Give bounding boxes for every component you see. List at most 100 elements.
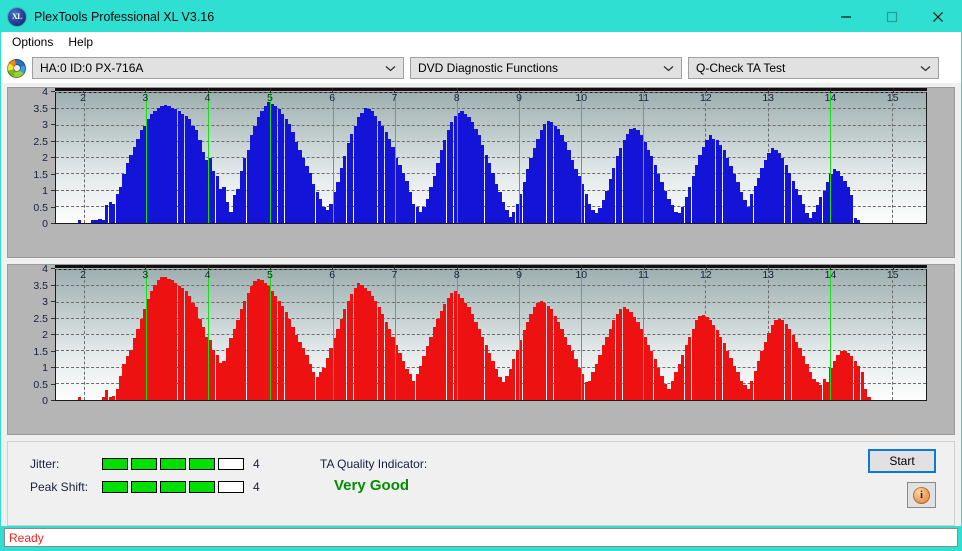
x-tick-label: 6: [329, 269, 336, 281]
x-tick: [643, 265, 645, 270]
x-tick-label: 7: [391, 92, 398, 104]
jitter-meter: [102, 458, 244, 470]
test-select[interactable]: Q-Check TA Test: [688, 57, 939, 79]
x-tick: [768, 265, 770, 270]
x-tick: [394, 265, 396, 270]
test-select-value: Q-Check TA Test: [696, 61, 786, 75]
x-tick-label: 7: [391, 269, 398, 281]
x-tick: [394, 88, 396, 93]
title-bar: XL PlexTools Professional XL V3.16: [1, 1, 961, 32]
y-tick-label: 2.5: [33, 135, 48, 148]
function-select[interactable]: DVD Diagnostic Functions: [410, 57, 682, 79]
x-tick-label: 8: [453, 269, 460, 281]
peak-shift-row: Peak Shift: 4: [30, 480, 260, 494]
x-tick: [83, 265, 85, 270]
marker-line: [518, 270, 520, 400]
y-tick-label: 1: [42, 362, 48, 374]
peak-shift-value: 4: [253, 480, 260, 494]
marker-lines-lower: [56, 270, 926, 400]
x-tick-label: 9: [516, 92, 522, 104]
x-tick-label: 12: [700, 269, 712, 281]
x-tick-label: 2: [80, 92, 86, 104]
peak-shift-label: Peak Shift:: [30, 480, 89, 494]
jitter-value: 4: [253, 457, 260, 471]
marker-line: [146, 270, 148, 400]
minimize-icon[interactable]: [823, 1, 869, 32]
meter-segment: [131, 481, 157, 493]
chart-panel-upper: 0 0.5 1 1.5 2 2.5 3 3.5 4 2 3 4 5 6 7 8 9 10 11 12 13 14 15: [7, 86, 955, 258]
x-tick-label: 2: [80, 269, 86, 281]
marker-line: [518, 93, 520, 223]
drive-select[interactable]: HA:0 ID:0 PX-716A: [32, 57, 404, 79]
toolbar: HA:0 ID:0 PX-716A DVD Diagnostic Functio…: [1, 53, 961, 83]
menu-item-options[interactable]: Options: [6, 33, 62, 52]
x-tick: [519, 88, 521, 93]
peak-shift-meter: [102, 481, 244, 493]
start-button[interactable]: Start: [868, 449, 936, 473]
x-tick-label: 14: [824, 92, 837, 104]
drive-select-value: HA:0 ID:0 PX-716A: [40, 61, 144, 75]
y-tick-label: 2: [42, 329, 48, 341]
x-tick: [830, 265, 832, 270]
y-tick-label: 4: [42, 86, 48, 98]
y-tick-label: 0.5: [33, 378, 48, 391]
marker-line: [208, 270, 210, 400]
info-button[interactable]: i: [907, 482, 936, 508]
meter-segment: [131, 458, 157, 470]
meter-segment: [218, 458, 244, 470]
window-title: PlexTools Professional XL V3.16: [34, 9, 215, 24]
x-tick: [332, 265, 334, 270]
menu-bar: Options Help: [1, 32, 961, 53]
x-tick: [269, 88, 271, 93]
chevron-down-icon: [920, 61, 931, 75]
x-tick-label: 13: [762, 92, 774, 104]
marker-lines-upper: [56, 93, 926, 223]
y-tick-label: 1.5: [33, 345, 48, 358]
x-tick: [705, 88, 707, 93]
meter-segment: [160, 481, 186, 493]
x-tick-label: 15: [886, 269, 899, 281]
y-axis-upper: 0 0.5 1 1.5 2 2.5 3 3.5 4: [8, 86, 55, 230]
y-tick-label: 0: [42, 218, 48, 230]
x-tick-label: 4: [204, 92, 211, 104]
x-tick: [581, 88, 583, 93]
window-controls: [823, 1, 961, 32]
y-tick-label: 1: [42, 185, 48, 197]
content-area: 0 0.5 1 1.5 2 2.5 3 3.5 4 2 3 4 5 6 7 8 9 10 11 12 13 14 15 0…: [1, 83, 961, 526]
jitter-row: Jitter: 4: [30, 457, 260, 471]
x-tick: [892, 88, 894, 93]
chevron-down-icon: [385, 61, 396, 75]
x-axis-lower: 2 3 4 5 6 7 8 9 10 11 12 13 14 15: [55, 265, 927, 285]
menu-item-help[interactable]: Help: [62, 33, 102, 52]
x-tick-label: 3: [142, 269, 149, 281]
y-tick-label: 2.5: [33, 312, 48, 325]
marker-line: [394, 270, 396, 400]
meter-segment: [160, 458, 186, 470]
x-axis-upper: 2 3 4 5 6 7 8 9 10 11 12 13 14 15: [55, 88, 927, 108]
function-select-value: DVD Diagnostic Functions: [418, 61, 559, 75]
x-tick-label: 6: [329, 92, 336, 104]
plot-area-lower: [55, 269, 927, 401]
y-tick-label: 3: [42, 119, 48, 131]
x-tick-label: 5: [266, 269, 273, 281]
x-tick: [332, 88, 334, 93]
chevron-down-icon: [663, 61, 674, 75]
status-bar: Ready: [4, 528, 958, 547]
meter-segment: [218, 481, 244, 493]
close-icon[interactable]: [915, 1, 961, 32]
x-tick: [207, 265, 209, 270]
app-window: XL PlexTools Professional XL V3.16 Optio…: [0, 0, 962, 551]
x-tick: [145, 265, 147, 270]
x-tick-label: 11: [638, 269, 650, 281]
plot-area-upper: [55, 92, 927, 224]
x-tick: [456, 265, 458, 270]
x-tick-label: 11: [638, 92, 650, 104]
y-tick-label: 3: [42, 296, 48, 308]
meter-segment: [189, 458, 215, 470]
y-tick-label: 3.5: [33, 279, 48, 292]
y-tick-label: 2: [42, 152, 48, 164]
x-tick: [145, 88, 147, 93]
y-tick-label: 3.5: [33, 102, 48, 115]
maximize-icon[interactable]: [869, 1, 915, 32]
marker-line: [581, 270, 583, 400]
